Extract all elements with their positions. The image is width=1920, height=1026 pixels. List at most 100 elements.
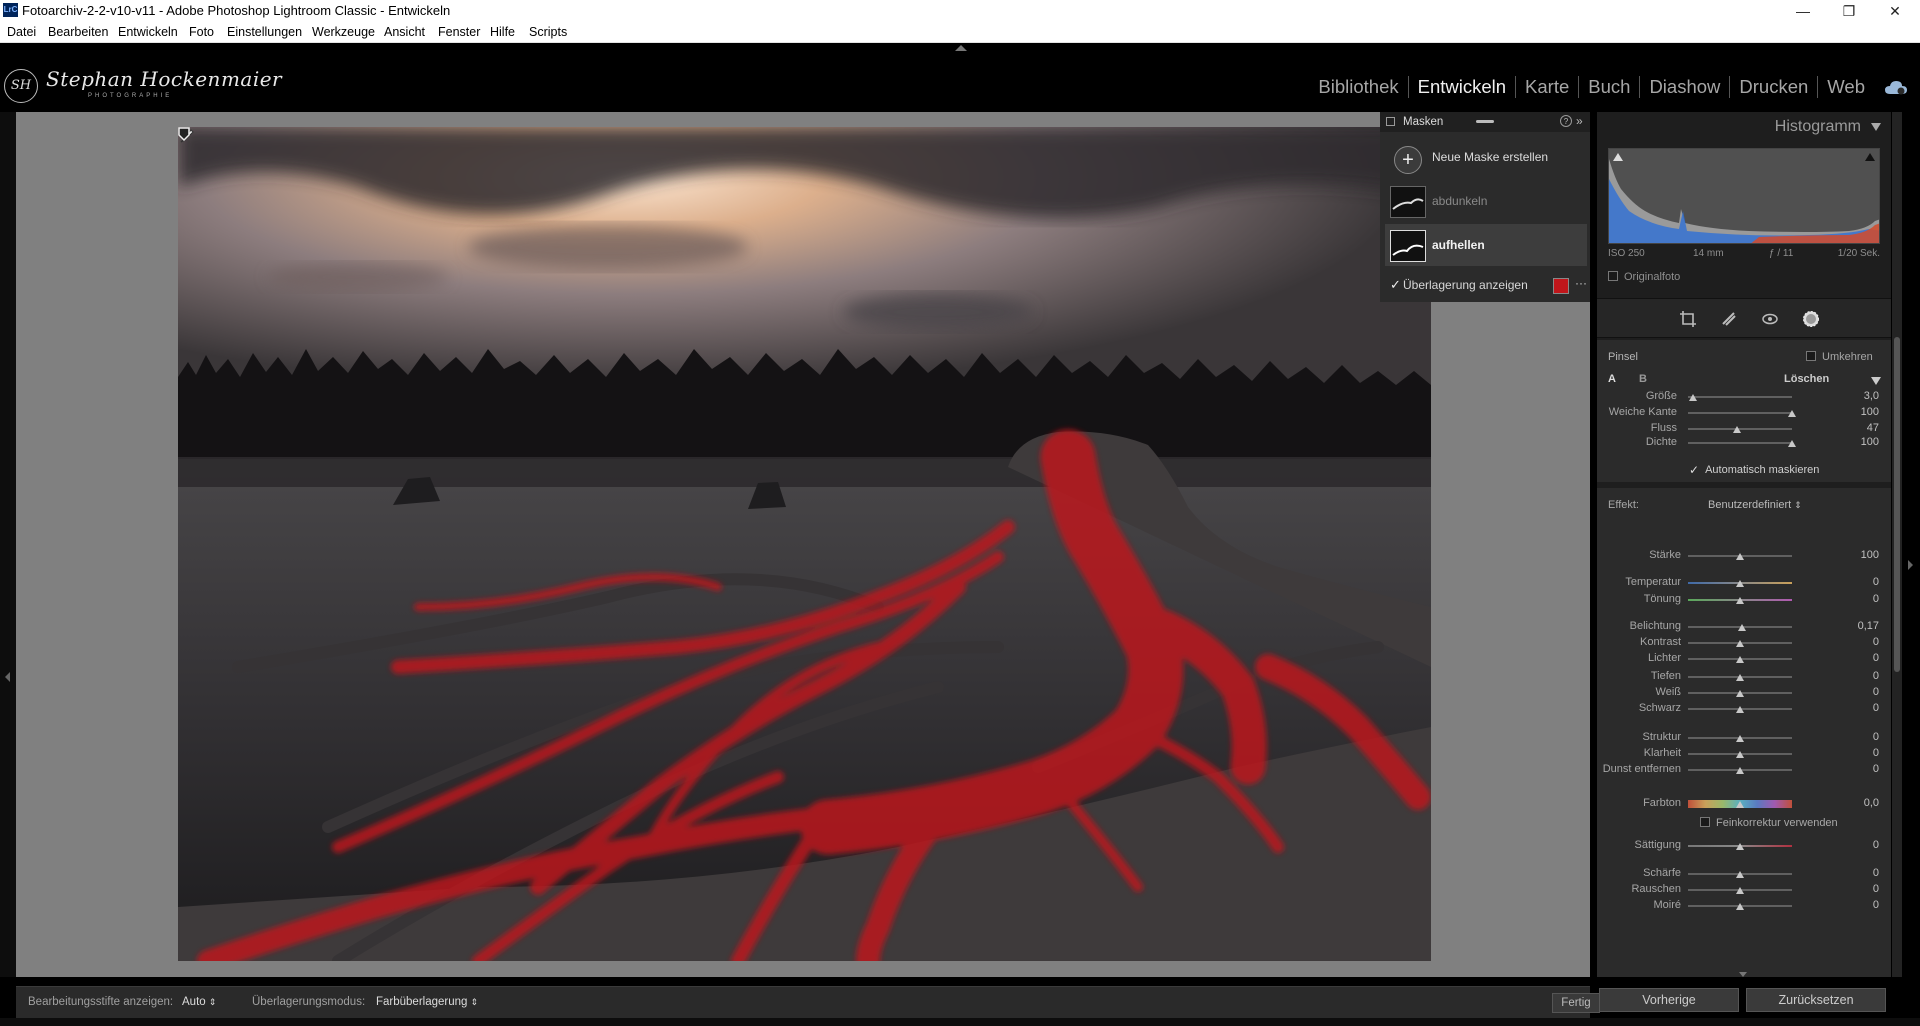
slider-value[interactable]: 0 [1843, 670, 1879, 682]
panel-collapse-icon[interactable] [1871, 123, 1881, 131]
slider-thumb[interactable] [1736, 887, 1744, 894]
photo-preview[interactable] [178, 127, 1431, 961]
slider-value[interactable]: 47 [1843, 422, 1879, 434]
slider-thumb[interactable] [1732, 426, 1741, 433]
slider-value[interactable]: 0,17 [1843, 620, 1879, 632]
slider-value[interactable]: 0 [1843, 867, 1879, 879]
slider-value[interactable]: 0 [1843, 576, 1879, 588]
mask-item-aufhellen[interactable]: aufhellen [1385, 224, 1587, 266]
mask-pin-icon[interactable] [178, 127, 190, 141]
slider-thumb[interactable] [1736, 690, 1744, 697]
slider-value[interactable]: 0 [1843, 731, 1879, 743]
more-options-icon[interactable]: ··· [1575, 276, 1587, 290]
slider-thumb[interactable] [1736, 580, 1744, 587]
original-photo-toggle[interactable]: Originalfoto [1608, 271, 1680, 283]
slider-thumb[interactable] [1736, 553, 1744, 560]
slider-value[interactable]: 3,0 [1843, 390, 1879, 402]
restore-icon[interactable]: ❐ [1826, 0, 1872, 22]
left-panel-expand-icon[interactable] [5, 672, 10, 682]
slider-track[interactable] [1688, 442, 1792, 444]
new-mask-button[interactable]: + Neue Maske erstellen [1385, 136, 1587, 178]
slider-value[interactable]: 0 [1843, 686, 1879, 698]
show-pins-dropdown[interactable]: Auto ⇕ [182, 996, 216, 1008]
checkbox-icon[interactable] [1806, 351, 1816, 361]
checkbox-checked-icon[interactable]: ✓ [1689, 463, 1699, 477]
heal-icon[interactable] [1720, 310, 1738, 328]
module-drucken[interactable]: Drucken [1730, 76, 1819, 98]
slider-thumb[interactable] [1736, 656, 1744, 663]
close-icon[interactable]: ✕ [1872, 0, 1918, 22]
panel-grip-icon[interactable] [1386, 117, 1395, 126]
mask-icon[interactable] [1802, 310, 1820, 328]
slider-track[interactable] [1688, 396, 1792, 398]
effect-preset-dropdown[interactable]: Benutzerdefiniert ⇕ [1708, 499, 1802, 511]
checkbox-icon[interactable] [1700, 817, 1710, 827]
invert-toggle[interactable]: Umkehren [1806, 351, 1873, 363]
slider-thumb[interactable] [1689, 394, 1698, 401]
menu-ansicht[interactable]: Ansicht [384, 25, 425, 39]
menu-hilfe[interactable]: Hilfe [490, 25, 515, 39]
slider-track[interactable] [1688, 412, 1792, 414]
right-panel-collapse-icon[interactable] [1908, 560, 1913, 570]
slider-value[interactable]: 0 [1843, 763, 1879, 775]
collapse-panel-icon[interactable]: » [1576, 114, 1583, 128]
module-entwickeln[interactable]: Entwickeln [1409, 76, 1517, 98]
module-karte[interactable]: Karte [1516, 76, 1580, 98]
menu-bearbeiten[interactable]: Bearbeiten [48, 25, 108, 39]
slider-thumb[interactable] [1736, 735, 1744, 742]
slider-thumb[interactable] [1788, 440, 1796, 447]
overlay-color-swatch[interactable] [1553, 278, 1569, 294]
module-bibliothek[interactable]: Bibliothek [1309, 76, 1409, 98]
slider-thumb[interactable] [1736, 767, 1744, 774]
checkbox-icon[interactable] [1608, 271, 1618, 281]
slider-thumb[interactable] [1736, 706, 1744, 713]
slider-thumb[interactable] [1788, 410, 1796, 417]
menu-entwickeln[interactable]: Entwickeln [118, 25, 178, 39]
slider-value[interactable]: 0 [1843, 593, 1879, 605]
menu-datei[interactable]: Datei [7, 25, 36, 39]
histogram-title[interactable]: Histogramm [1775, 118, 1861, 136]
slider-thumb[interactable] [1738, 624, 1747, 631]
crop-icon[interactable] [1679, 310, 1697, 328]
slider-value[interactable]: 100 [1843, 436, 1879, 448]
brush-erase[interactable]: Löschen [1784, 373, 1829, 385]
slider-value[interactable]: 0 [1843, 747, 1879, 759]
fine-adjust-toggle[interactable]: Feinkorrektur verwenden [1700, 817, 1838, 829]
module-diashow[interactable]: Diashow [1640, 76, 1731, 98]
brush-dropdown-icon[interactable] [1871, 377, 1881, 385]
cloud-sync-icon[interactable] [1884, 80, 1908, 96]
minimize-icon[interactable]: — [1780, 0, 1826, 22]
slider-thumb[interactable] [1736, 903, 1744, 910]
slider-value[interactable]: 0 [1843, 899, 1879, 911]
slider-value[interactable]: 100 [1843, 549, 1879, 561]
slider-thumb[interactable] [1736, 751, 1744, 758]
menu-foto[interactable]: Foto [189, 25, 214, 39]
scroll-more-icon[interactable] [1739, 972, 1747, 977]
slider-thumb[interactable] [1736, 843, 1744, 850]
right-panel-scrollbar[interactable] [1892, 112, 1902, 977]
slider-value[interactable]: 0,0 [1843, 797, 1879, 809]
brush-tab-a[interactable]: A [1608, 373, 1616, 385]
menu-scripts[interactable]: Scripts [529, 25, 567, 39]
reset-button[interactable]: Zurücksetzen [1746, 988, 1886, 1012]
panel-drag-handle-icon[interactable] [1476, 120, 1494, 123]
module-web[interactable]: Web [1818, 76, 1874, 98]
slider-value[interactable]: 0 [1843, 839, 1879, 851]
slider-value[interactable]: 0 [1843, 702, 1879, 714]
slider-value[interactable]: 0 [1843, 652, 1879, 664]
slider-thumb[interactable] [1736, 871, 1744, 878]
histogram[interactable] [1608, 148, 1880, 244]
mask-item-abdunkeln[interactable]: abdunkeln [1385, 180, 1587, 222]
auto-mask-toggle[interactable]: ✓ Automatisch maskieren [1689, 463, 1819, 477]
done-button[interactable]: Fertig [1552, 993, 1600, 1013]
top-panel-collapse-icon[interactable] [955, 45, 967, 51]
checkbox-checked-icon[interactable]: ✓ [1390, 277, 1401, 293]
image-canvas[interactable] [16, 112, 1590, 977]
menu-fenster[interactable]: Fenster [438, 25, 480, 39]
slider-value[interactable]: 100 [1843, 406, 1879, 418]
slider-thumb[interactable] [1736, 801, 1744, 808]
highlight-clipping-icon[interactable] [1865, 153, 1875, 161]
overlay-mode-dropdown[interactable]: Farbüberlagerung ⇕ [376, 996, 478, 1008]
slider-thumb[interactable] [1736, 674, 1744, 681]
menu-einstellungen[interactable]: Einstellungen [227, 25, 302, 39]
